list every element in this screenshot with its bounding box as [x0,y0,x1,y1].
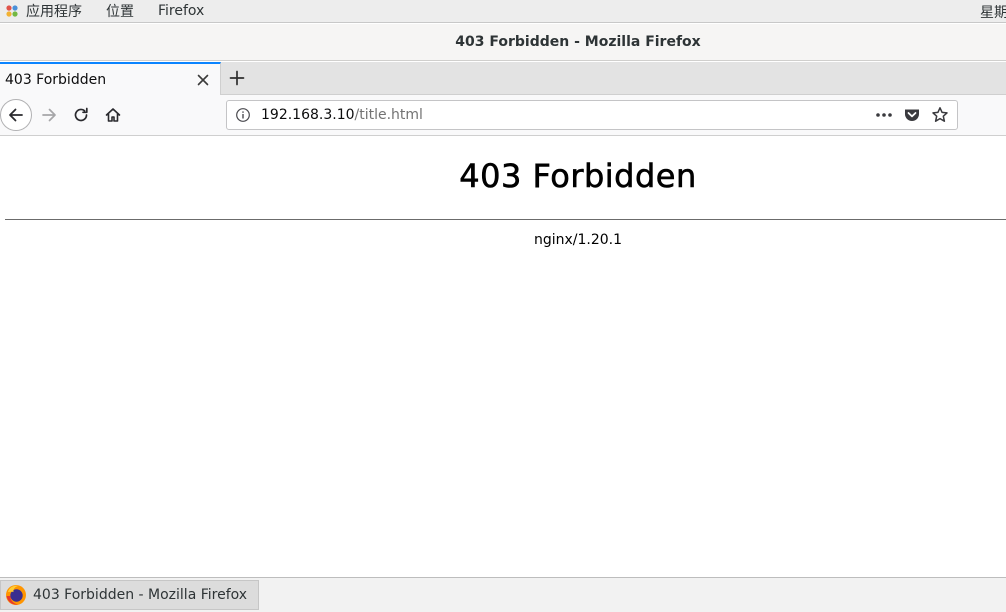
page-heading: 403 Forbidden [459,157,697,196]
applications-icon[interactable] [4,3,20,19]
site-info-icon[interactable] [235,107,251,123]
home-button[interactable] [102,104,124,126]
firefox-icon [5,584,27,606]
navigation-toolbar: 192.168.3.10/title.html [0,95,1006,136]
tab-label: 403 Forbidden [5,71,107,88]
window-title-bar[interactable]: 403 Forbidden - Mozilla Firefox [0,24,1006,61]
gnome-top-bar: 应用程序 位置 Firefox 星期 [0,0,1006,23]
close-tab-icon[interactable] [194,71,212,89]
reload-icon [74,107,88,122]
tab-403-forbidden[interactable]: 403 Forbidden [0,62,221,95]
clock[interactable]: 星期 [980,2,1006,22]
tab-strip: 403 Forbidden [0,62,1006,95]
pocket-icon[interactable] [901,104,923,126]
taskbar-item-label: 403 Forbidden - Mozilla Firefox [33,587,248,603]
url-text[interactable]: 192.168.3.10/title.html [261,107,873,123]
applications-menu[interactable]: 应用程序 [26,1,82,21]
forward-arrow-icon [42,108,56,122]
reload-button[interactable] [70,104,92,126]
forward-button[interactable] [38,104,60,126]
url-path: /title.html [354,107,423,123]
page-actions-icon[interactable] [873,104,895,126]
bookmark-star-icon[interactable] [929,104,951,126]
taskbar-item-firefox[interactable]: 403 Forbidden - Mozilla Firefox [0,580,259,610]
places-menu[interactable]: 位置 [106,1,134,21]
divider [5,219,1006,220]
window-list-taskbar: 403 Forbidden - Mozilla Firefox [0,577,1006,612]
firefox-app-menu[interactable]: Firefox [158,3,204,19]
back-arrow-icon [9,108,23,122]
back-button[interactable] [0,99,32,131]
home-icon [105,108,121,122]
url-host: 192.168.3.10 [261,107,355,123]
address-bar[interactable]: 192.168.3.10/title.html [226,100,958,130]
window-title: 403 Forbidden - Mozilla Firefox [455,34,701,50]
page-content: 403 Forbidden nginx/1.20.1 [0,137,1006,577]
server-signature: nginx/1.20.1 [533,232,623,248]
new-tab-icon[interactable] [227,68,247,88]
